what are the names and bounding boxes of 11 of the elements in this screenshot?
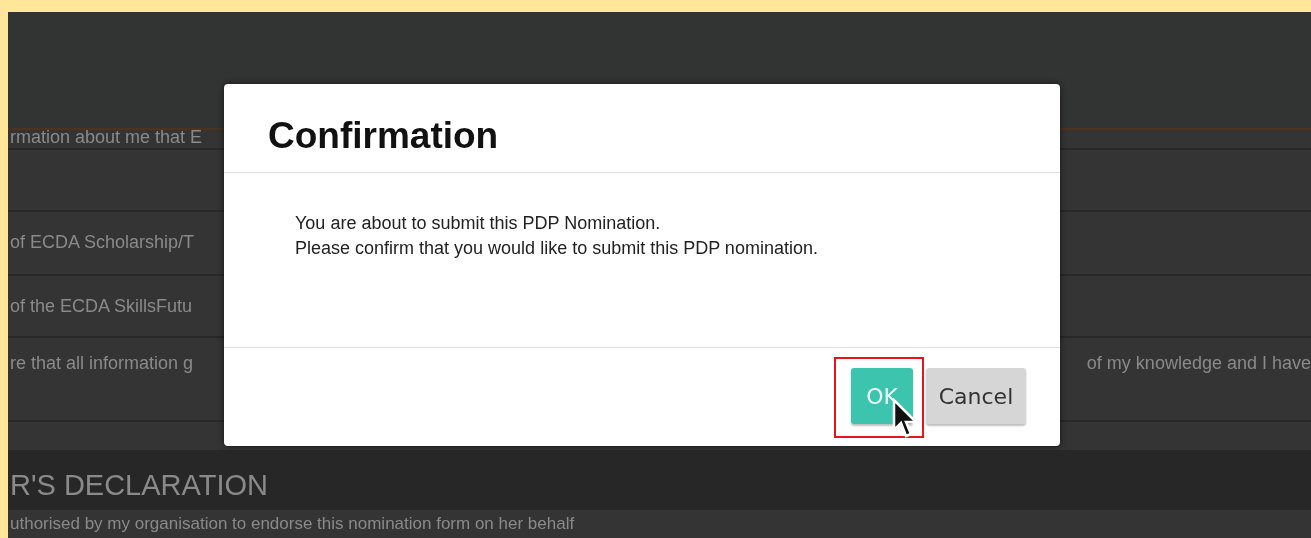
- dialog-title: Confirmation: [224, 84, 1060, 173]
- dialog-message: You are about to submit this PDP Nomination.: [295, 212, 662, 235]
- form-text: of ECDA Scholarship/T: [10, 231, 195, 254]
- cancel-button[interactable]: Cancel: [926, 368, 1026, 424]
- form-text: re that all information g: [10, 352, 194, 375]
- form-text: of my knowledge and I have: [1086, 352, 1311, 375]
- section-heading: R'S DECLARATION: [8, 452, 1311, 510]
- dialog-message: Please confirm that you would like to submit this PDP nomination.: [295, 237, 819, 260]
- form-text: rmation about me that E: [10, 130, 203, 148]
- form-text: of the ECDA SkillsFutu: [10, 295, 193, 318]
- form-text: uthorised by my organisation to endorse this nomination form on her behalf: [9, 513, 575, 534]
